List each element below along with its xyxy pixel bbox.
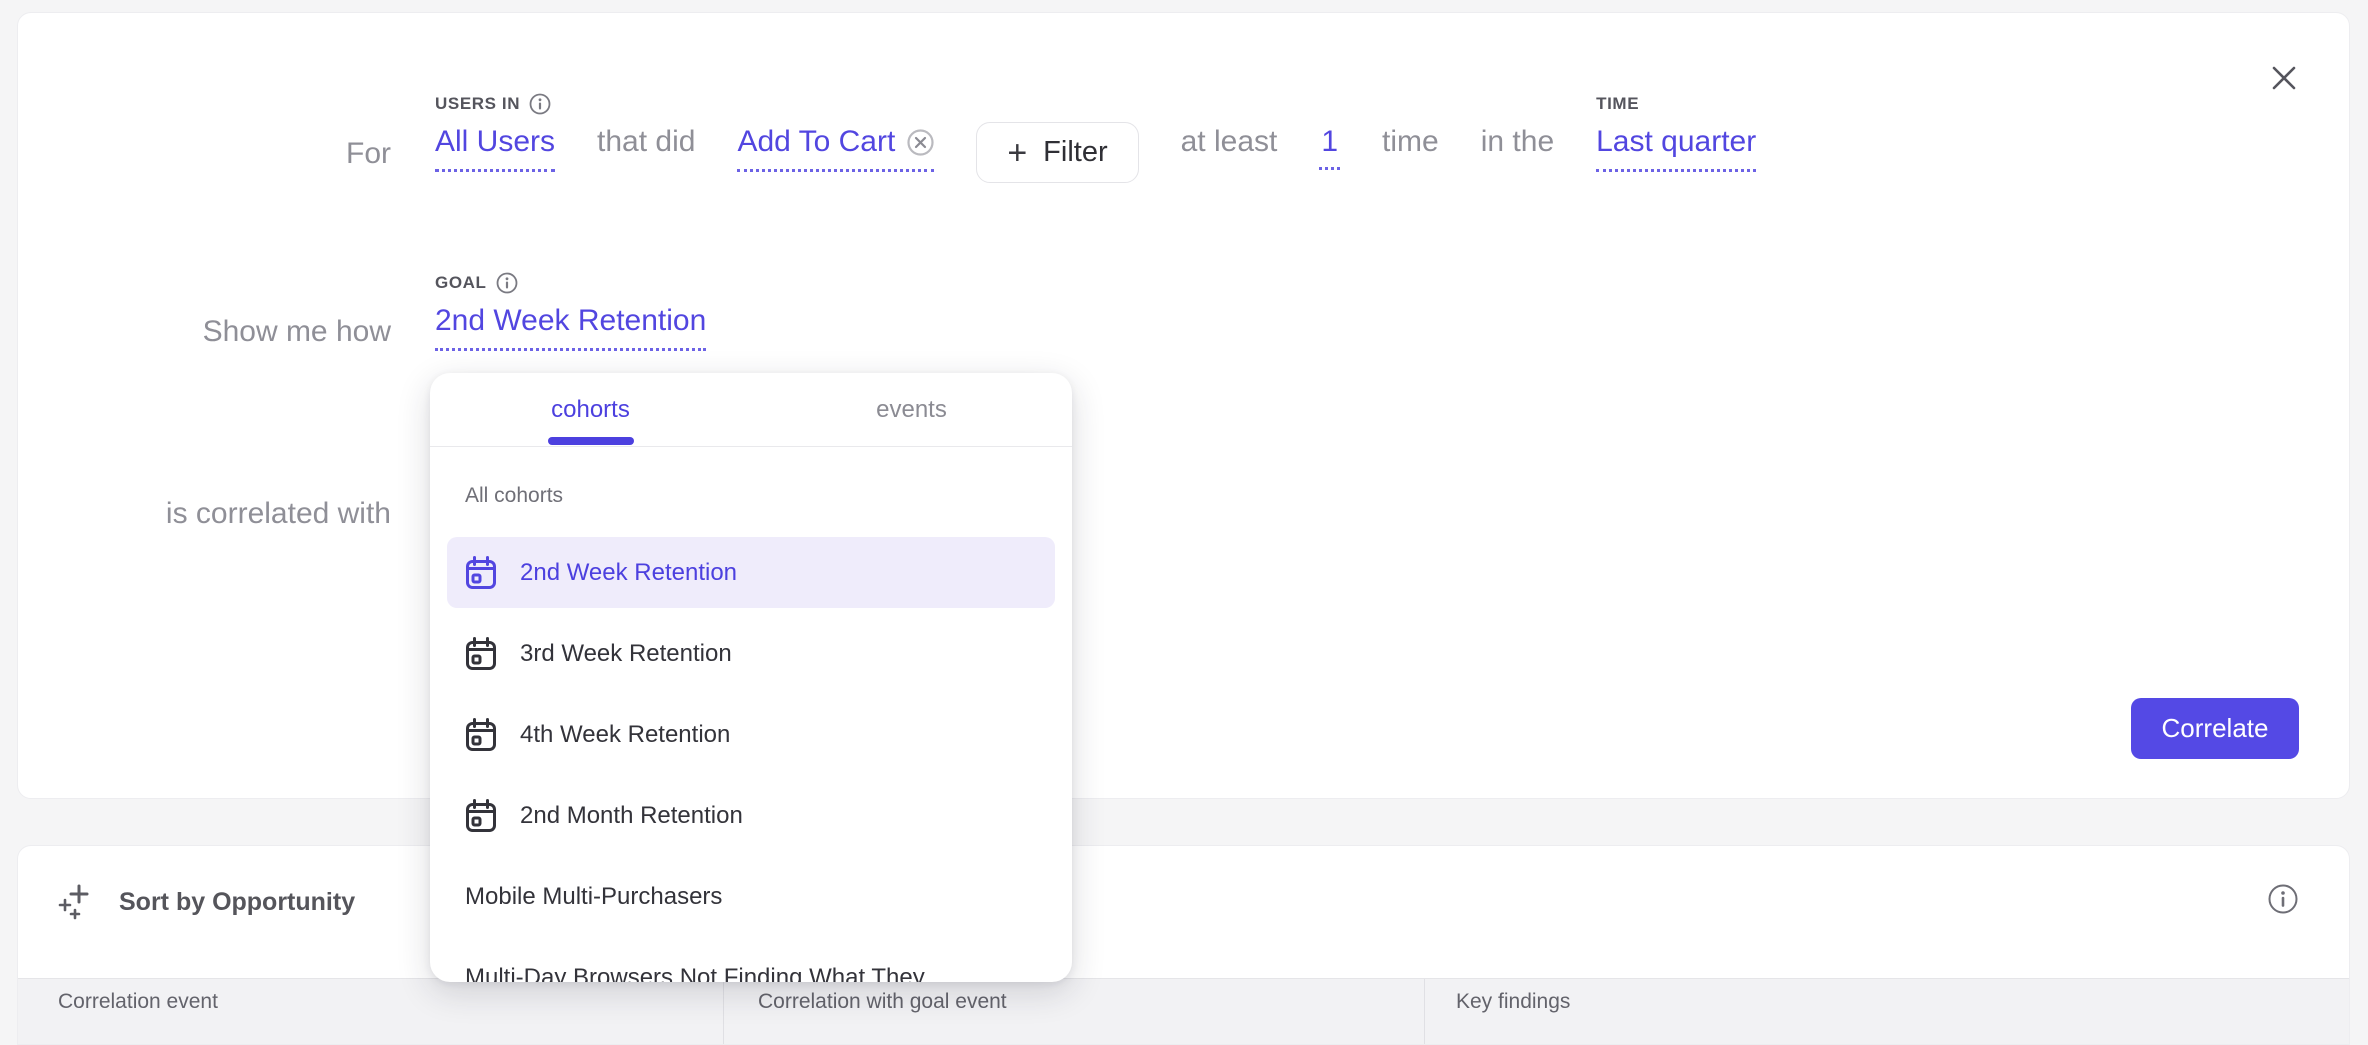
time-label: TIME bbox=[1596, 91, 1639, 117]
correlation-builder-card: For Show me how is correlated with USERS… bbox=[17, 12, 2350, 799]
users-selector[interactable]: All Users bbox=[435, 123, 555, 172]
time-group: TIME Last quarter bbox=[1596, 91, 1756, 172]
list-item-2nd-month-retention[interactable]: 2nd Month Retention bbox=[447, 780, 1055, 851]
dropdown-body: All cohorts 2nd Week Retention bbox=[430, 447, 1072, 982]
goal-label: GOAL bbox=[435, 270, 518, 296]
builder-row-goal: GOAL 2nd Week Retention bbox=[435, 270, 706, 351]
that-did-text: that did bbox=[597, 123, 695, 161]
cohort-list: 2nd Week Retention 3rd Week Retention bbox=[447, 537, 1055, 982]
time-word-text: time bbox=[1382, 123, 1439, 161]
event-selector[interactable]: Add To Cart bbox=[737, 123, 934, 172]
list-item-multi-day-browsers[interactable]: Multi-Day Browsers Not Finding What They bbox=[447, 942, 1055, 982]
event-selector-label: Add To Cart bbox=[737, 123, 895, 161]
tab-events[interactable]: events bbox=[751, 373, 1072, 446]
goal-label-text: GOAL bbox=[435, 270, 487, 296]
at-least-text: at least bbox=[1181, 123, 1278, 161]
list-item-mobile-multi-purchasers[interactable]: Mobile Multi-Purchasers bbox=[447, 861, 1055, 932]
close-icon[interactable] bbox=[2267, 61, 2301, 95]
list-item-label: Multi-Day Browsers Not Finding What They bbox=[465, 964, 925, 983]
list-item-label: Mobile Multi-Purchasers bbox=[465, 883, 722, 911]
sort-by-opportunity-label: Sort by Opportunity bbox=[119, 888, 355, 917]
users-in-group: USERS IN All Users bbox=[435, 91, 555, 172]
correlate-button[interactable]: Correlate bbox=[2131, 698, 2299, 759]
builder-row-users: USERS IN All Users that did Add To Cart … bbox=[435, 91, 1756, 172]
column-header-correlation-event: Correlation event bbox=[18, 979, 723, 1045]
plus-icon: + bbox=[1007, 136, 1027, 170]
remove-event-icon[interactable] bbox=[907, 129, 934, 156]
add-filter-button[interactable]: + Filter bbox=[976, 122, 1138, 183]
dropdown-tabs: cohorts events bbox=[430, 373, 1072, 447]
list-item-label: 2nd Week Retention bbox=[520, 559, 737, 587]
list-item-label: 2nd Month Retention bbox=[520, 802, 743, 830]
results-table-header: Correlation event Correlation with goal … bbox=[18, 978, 2349, 1045]
users-in-label-text: USERS IN bbox=[435, 91, 520, 117]
calendar-icon bbox=[465, 637, 497, 671]
info-icon[interactable] bbox=[496, 272, 518, 294]
tab-cohorts[interactable]: cohorts bbox=[430, 373, 751, 446]
sentence-prefix-show-me-how: Show me how bbox=[18, 313, 391, 351]
sentence-prefix-is-correlated-with: is correlated with bbox=[18, 495, 391, 533]
add-filter-button-label: Filter bbox=[1043, 136, 1107, 169]
list-item-3rd-week-retention[interactable]: 3rd Week Retention bbox=[447, 618, 1055, 689]
list-item-2nd-week-retention[interactable]: 2nd Week Retention bbox=[447, 537, 1055, 608]
calendar-icon bbox=[465, 718, 497, 752]
in-the-text: in the bbox=[1481, 123, 1554, 161]
column-header-correlation-with-goal-event: Correlation with goal event bbox=[723, 979, 1424, 1045]
event-group: Add To Cart bbox=[737, 123, 934, 172]
sentence-prefix-for: For bbox=[18, 135, 391, 173]
list-item-label: 4th Week Retention bbox=[520, 721, 730, 749]
count-selector[interactable]: 1 bbox=[1319, 123, 1340, 170]
users-in-label: USERS IN bbox=[435, 91, 551, 117]
goal-selector-dropdown: cohorts events All cohorts 2nd Week Rete… bbox=[430, 373, 1072, 982]
calendar-icon bbox=[465, 799, 497, 833]
calendar-icon bbox=[465, 556, 497, 590]
goal-selector[interactable]: 2nd Week Retention bbox=[435, 302, 706, 351]
sort-by-opportunity-button[interactable]: Sort by Opportunity bbox=[58, 874, 355, 930]
goal-group: GOAL 2nd Week Retention bbox=[435, 270, 706, 351]
sparkle-plus-icon bbox=[58, 880, 98, 924]
info-icon[interactable] bbox=[529, 93, 551, 115]
results-card: Sort by Opportunity Correlation event Co… bbox=[17, 845, 2350, 1045]
list-item-4th-week-retention[interactable]: 4th Week Retention bbox=[447, 699, 1055, 770]
column-header-key-findings: Key findings bbox=[1424, 979, 2349, 1045]
time-range-selector[interactable]: Last quarter bbox=[1596, 123, 1756, 172]
list-item-label: 3rd Week Retention bbox=[520, 640, 732, 668]
cohort-section-label: All cohorts bbox=[465, 483, 1055, 509]
info-icon[interactable] bbox=[2267, 883, 2299, 915]
